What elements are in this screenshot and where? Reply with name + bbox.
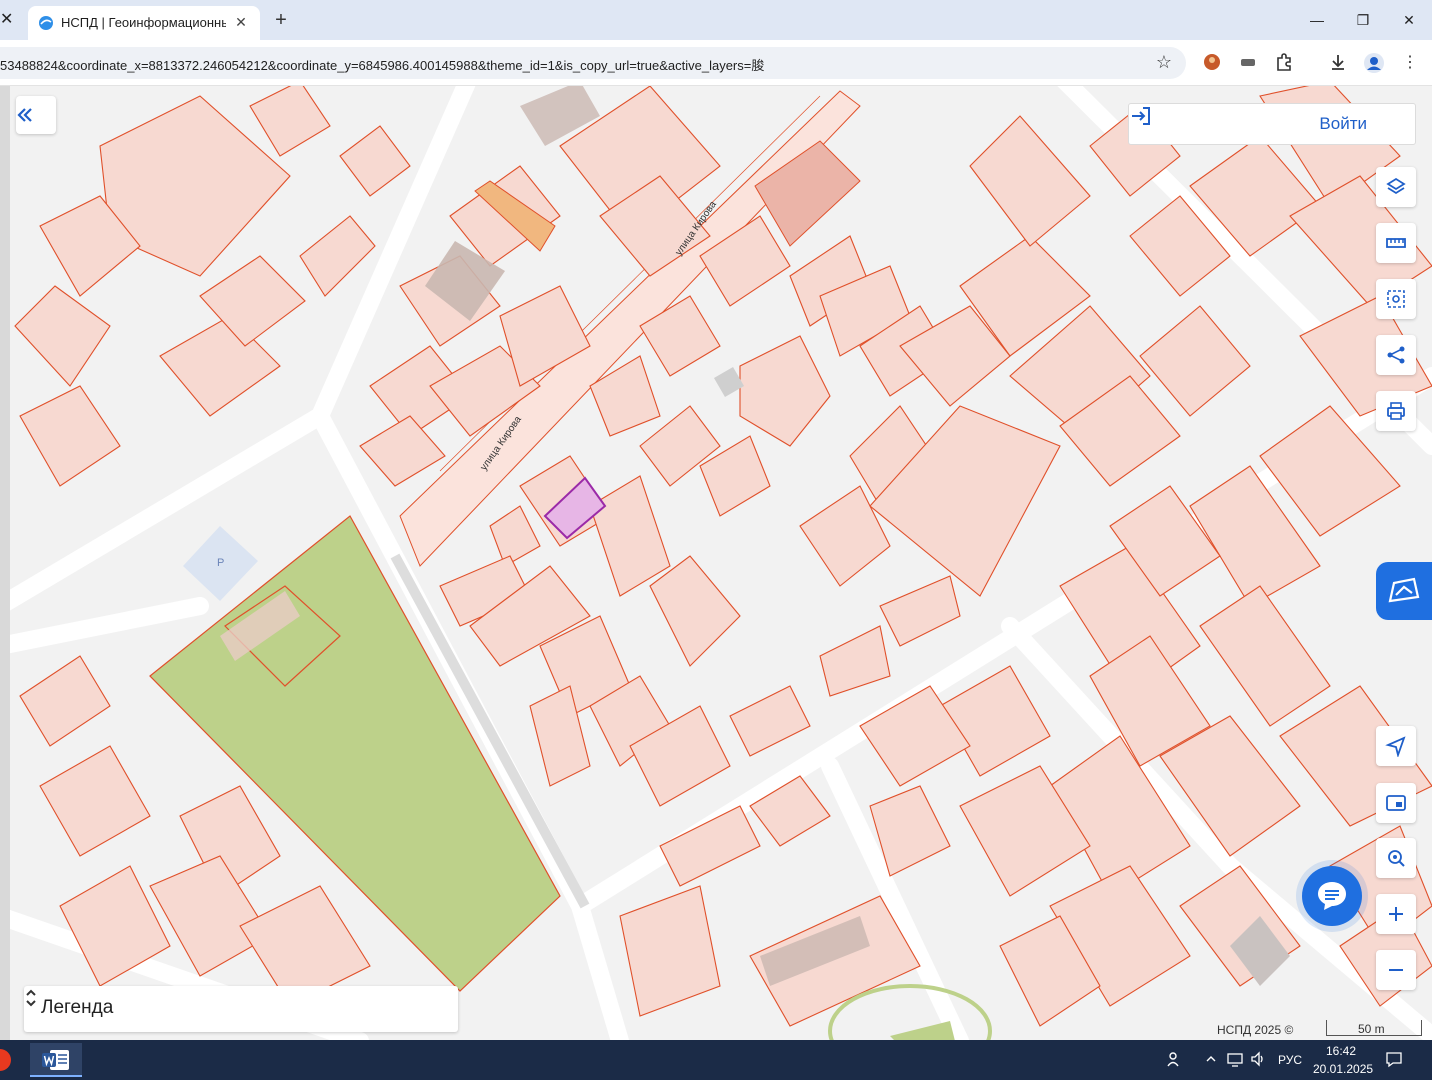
- network-icon[interactable]: [1225, 1050, 1245, 1070]
- address-url[interactable]: 53488824&coordinate_x=8813372.246054212&…: [0, 55, 764, 74]
- locate-icon: [1388, 850, 1405, 867]
- chat-icon: [1318, 882, 1346, 910]
- assistant-icon: [1388, 577, 1420, 603]
- assistant-button[interactable]: [1376, 562, 1432, 620]
- measure-button[interactable]: [1376, 223, 1416, 263]
- print-button[interactable]: [1376, 391, 1416, 431]
- profile-icon[interactable]: [1362, 52, 1386, 74]
- copyright-text: НСПД 2025 ©: [1217, 1023, 1294, 1037]
- taskbar-word-button[interactable]: [30, 1043, 82, 1077]
- app-icon-red[interactable]: [0, 1048, 12, 1072]
- ruler-icon: [1386, 238, 1406, 248]
- user-network-icon[interactable]: [1165, 1050, 1185, 1070]
- language-indicator[interactable]: РУС: [1278, 1053, 1302, 1067]
- legend-label: Легенда: [41, 997, 114, 1018]
- collapse-panel-button[interactable]: [16, 96, 56, 134]
- select-area-button[interactable]: [1376, 279, 1416, 319]
- tray-expand-icon[interactable]: [1201, 1050, 1221, 1070]
- parking-label: P: [217, 557, 224, 569]
- close-window-icon[interactable]: ✕: [1394, 8, 1424, 32]
- share-button[interactable]: [1376, 335, 1416, 375]
- minimap-icon: [1386, 795, 1406, 811]
- new-tab-icon[interactable]: +: [270, 9, 292, 31]
- map-view[interactable]: P улица Кирова улица Кирова Войти Легенд…: [0, 86, 1432, 1041]
- close-tab-icon[interactable]: ✕: [232, 13, 250, 31]
- minimize-icon[interactable]: —: [1302, 8, 1332, 32]
- cadastral-map[interactable]: P улица Кирова улица Кирова: [0, 86, 1432, 1041]
- clock-time[interactable]: 16:42: [1326, 1044, 1356, 1058]
- print-icon: [1387, 402, 1405, 420]
- extension-icon[interactable]: [1236, 52, 1260, 74]
- expand-collapse-icon[interactable]: [24, 986, 38, 1010]
- scale-label: 50 m: [1358, 1022, 1385, 1036]
- login-label: Войти: [1319, 114, 1367, 133]
- download-icon[interactable]: [1326, 52, 1350, 74]
- site-favicon-icon: [39, 16, 53, 30]
- navigate-button[interactable]: [1376, 726, 1416, 766]
- locate-button[interactable]: [1376, 838, 1416, 878]
- tab-close-icon[interactable]: ✕: [0, 8, 14, 32]
- bookmark-star-icon[interactable]: ☆: [1156, 52, 1172, 73]
- navigation-arrow-icon: [1385, 736, 1406, 757]
- login-button[interactable]: Войти: [1128, 103, 1416, 145]
- select-area-icon: [1387, 290, 1405, 308]
- login-icon: [1132, 107, 1150, 125]
- word-icon: [42, 1050, 69, 1070]
- minus-icon: [1389, 969, 1403, 971]
- browser-tab-bar: ✕ НСПД | Геоинформационный ✕ + — ❐ ✕: [0, 0, 1432, 40]
- layers-icon: [1386, 177, 1406, 195]
- zoom-out-button[interactable]: [1376, 950, 1416, 990]
- notifications-icon[interactable]: [1384, 1050, 1404, 1070]
- maximize-icon[interactable]: ❐: [1348, 8, 1378, 32]
- double-chevron-left-icon: [17, 108, 32, 122]
- browser-toolbar: 53488824&coordinate_x=8813372.246054212&…: [0, 40, 1432, 86]
- left-scrollbar[interactable]: [0, 86, 10, 1041]
- zoom-in-button[interactable]: [1376, 894, 1416, 934]
- browser-tab[interactable]: НСПД | Геоинформационный ✕: [28, 6, 260, 40]
- share-icon: [1387, 346, 1405, 364]
- browser-menu-icon[interactable]: ⋮: [1398, 52, 1422, 74]
- minimap-button[interactable]: [1376, 783, 1416, 823]
- plus-icon: [1389, 907, 1403, 921]
- volume-icon[interactable]: [1248, 1050, 1268, 1070]
- layers-button[interactable]: [1376, 167, 1416, 207]
- legend-panel[interactable]: Легенда: [24, 986, 458, 1032]
- tab-title: НСПД | Геоинформационный: [61, 15, 226, 30]
- extension-avatar-icon[interactable]: [1200, 52, 1224, 74]
- extensions-puzzle-icon[interactable]: [1272, 52, 1296, 74]
- clock-date[interactable]: 20.01.2025: [1313, 1062, 1373, 1076]
- windows-taskbar: РУС 16:42 20.01.2025: [0, 1040, 1432, 1080]
- chat-button[interactable]: [1302, 866, 1362, 926]
- address-bar[interactable]: 53488824&coordinate_x=8813372.246054212&…: [0, 47, 1186, 79]
